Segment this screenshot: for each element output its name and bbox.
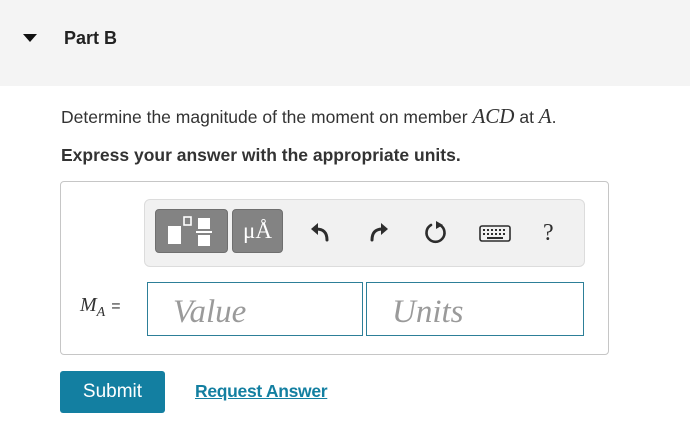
question-text: Determine the magnitude of the moment on… [61, 104, 557, 129]
reset-icon [425, 221, 446, 244]
answer-instruction: Express your answer with the appropriate… [61, 145, 461, 165]
units-icon: μÅ [243, 218, 272, 243]
keyboard-button[interactable] [478, 217, 512, 247]
redo-icon [370, 223, 388, 242]
collapse-caret-icon[interactable] [23, 34, 37, 42]
request-answer-link[interactable]: Request Answer [195, 381, 328, 402]
answer-variable-label: MA = [80, 294, 121, 320]
point-label: A [538, 104, 552, 128]
question-text-middle: at [514, 107, 539, 127]
submit-button[interactable]: Submit [60, 371, 165, 413]
reset-button[interactable] [421, 217, 451, 247]
undo-icon [311, 223, 329, 242]
question-text-before: Determine the magnitude of the moment on… [61, 107, 473, 127]
equals-sign: = [111, 298, 121, 315]
units-input[interactable] [366, 282, 584, 336]
math-toolbar: μÅ ? [144, 199, 585, 267]
variable-subscript: A [96, 305, 106, 320]
variable-symbol: M [80, 294, 97, 316]
part-header[interactable]: Part B [0, 0, 690, 86]
templates-icon [168, 216, 212, 246]
part-title: Part B [64, 28, 118, 48]
help-button[interactable]: ? [543, 220, 554, 247]
keyboard-icon [479, 225, 511, 242]
value-input[interactable] [147, 282, 363, 336]
units-button[interactable]: μÅ [232, 209, 283, 253]
templates-button[interactable] [155, 209, 228, 253]
undo-button[interactable] [306, 217, 336, 247]
member-label: ACD [472, 104, 515, 128]
redo-button[interactable] [363, 217, 393, 247]
question-text-after: . [551, 107, 557, 127]
